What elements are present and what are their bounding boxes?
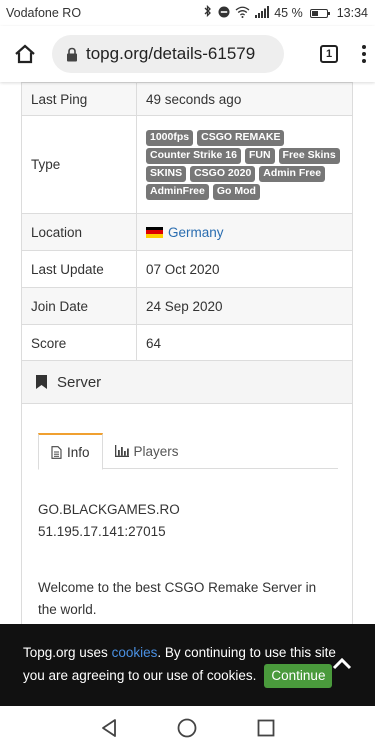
wifi-icon (235, 6, 250, 21)
tab-switcher-button[interactable]: 1 (304, 26, 354, 82)
description-line: the world. (38, 602, 97, 617)
table-row: Last Ping 49 seconds ago (22, 82, 352, 115)
continue-button[interactable]: Continue (264, 664, 333, 688)
table-row: Last Update 07 Oct 2020 (22, 250, 352, 287)
detail-value: 49 seconds ago (146, 91, 242, 107)
type-tag[interactable]: Counter Strike 16 (146, 147, 241, 164)
table-row: Location Germany (22, 213, 352, 250)
page-content: Last Ping 49 seconds ago Type 1000fps CS… (0, 82, 375, 710)
detail-key: Score (22, 325, 137, 361)
server-address-block: GO.BLACKGAMES.RO 51.195.17.141:27015 (38, 499, 180, 543)
detail-key: Last Ping (22, 83, 137, 115)
germany-flag-icon (146, 226, 163, 238)
status-bar: Vodafone RO 45 % 13:34 (0, 0, 375, 26)
detail-value: 07 Oct 2020 (146, 261, 220, 277)
description-line: Welcome to the best CSGO Remake Server i… (38, 580, 317, 595)
bookmark-icon (36, 375, 47, 389)
tab-players[interactable]: Players (103, 433, 191, 469)
tab-info[interactable]: Info (38, 433, 103, 470)
server-ip: 51.195.17.141:27015 (38, 524, 166, 539)
home-circle-icon[interactable] (177, 718, 197, 738)
dnd-icon (218, 6, 230, 21)
address-bar[interactable]: topg.org/details-61579 (52, 35, 284, 73)
server-panel-header: Server (22, 361, 352, 404)
type-tags-cell: 1000fps CSGO REMAKE Counter Strike 16 FU… (137, 116, 352, 213)
cookie-text: you are agreeing to our use of cookies. (23, 668, 257, 683)
table-row: Join Date 24 Sep 2020 (22, 287, 352, 324)
more-vert-icon (362, 45, 366, 63)
home-button[interactable] (0, 26, 50, 82)
carrier-name: Vodafone RO (6, 6, 82, 20)
system-nav-bar (0, 706, 375, 750)
cookies-link[interactable]: cookies (112, 645, 158, 660)
table-row: Type 1000fps CSGO REMAKE Counter Strike … (22, 115, 352, 213)
cookie-banner: Topg.org uses cookies. By continuing to … (0, 624, 375, 706)
cookie-text-line: you are agreeing to our use of cookies. C… (23, 664, 375, 688)
browser-toolbar: topg.org/details-61579 1 (0, 26, 375, 82)
document-icon (51, 445, 62, 459)
detail-key: Location (22, 214, 137, 250)
server-details-table: Last Ping 49 seconds ago Type 1000fps CS… (21, 82, 353, 362)
cookie-text: Topg.org uses (23, 645, 112, 660)
detail-key: Last Update (22, 251, 137, 287)
server-description: Welcome to the best CSGO Remake Server i… (38, 577, 316, 621)
server-tabs: Info Players (38, 433, 338, 470)
cookie-text-line: Topg.org uses cookies. By continuing to … (23, 641, 375, 664)
lock-icon (66, 47, 78, 62)
battery-icon (309, 8, 331, 18)
url-text: topg.org/details-61579 (86, 44, 256, 63)
type-tag[interactable]: Free Skins (278, 147, 340, 164)
browser-menu-button[interactable] (354, 26, 374, 82)
scroll-to-top-icon[interactable] (331, 654, 353, 672)
type-tag[interactable]: 1000fps (146, 129, 194, 146)
recents-icon[interactable] (257, 719, 275, 737)
tab-label: Players (133, 443, 179, 459)
status-icons: 45 % 13:34 (203, 4, 368, 21)
bar-chart-icon (114, 445, 129, 457)
type-tag[interactable]: CSGO REMAKE (197, 129, 285, 146)
tab-count: 1 (320, 45, 338, 63)
detail-key: Type (22, 116, 137, 213)
type-tags: 1000fps CSGO REMAKE Counter Strike 16 FU… (146, 125, 343, 205)
clock: 13:34 (336, 6, 368, 20)
detail-value: 24 Sep 2020 (146, 298, 223, 314)
type-tag[interactable]: FUN (244, 147, 275, 164)
detail-value: 64 (146, 335, 162, 351)
signal-icon (255, 5, 270, 21)
battery-percent: 45 % (274, 6, 303, 20)
location-text: Germany (168, 224, 224, 240)
location-cell: Germany (137, 214, 352, 250)
table-row: Score 64 (22, 324, 352, 361)
type-tag[interactable]: CSGO 2020 (190, 165, 256, 182)
server-hostname: GO.BLACKGAMES.RO (38, 502, 180, 517)
tab-label: Info (67, 444, 90, 460)
detail-key: Join Date (22, 288, 137, 324)
type-tag[interactable]: Go Mod (212, 183, 260, 200)
bluetooth-icon (203, 4, 213, 21)
cookie-text: . By continuing to use this site (157, 645, 336, 660)
server-panel-title: Server (57, 373, 102, 391)
home-icon (15, 44, 35, 64)
back-icon[interactable] (100, 718, 118, 738)
type-tag[interactable]: SKINS (146, 165, 187, 182)
location-link[interactable]: Germany (146, 225, 224, 240)
type-tag[interactable]: Admin Free (259, 165, 326, 182)
type-tag[interactable]: AdminFree (146, 183, 209, 200)
